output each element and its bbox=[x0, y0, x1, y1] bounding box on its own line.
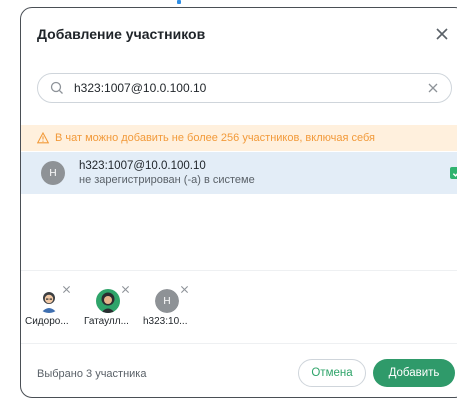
search-field[interactable] bbox=[37, 73, 452, 103]
selected-chip: Сидоро... bbox=[25, 283, 73, 333]
close-button[interactable] bbox=[430, 22, 454, 46]
avatar: H bbox=[41, 161, 65, 185]
clear-icon[interactable] bbox=[427, 82, 439, 94]
participant-limit-warning: В чат можно добавить не более 256 участн… bbox=[21, 125, 457, 151]
woman-avatar-icon bbox=[37, 289, 61, 313]
woman-avatar-icon bbox=[96, 289, 120, 313]
warning-icon bbox=[37, 132, 49, 144]
result-name: h323:1007@10.0.100.10 bbox=[79, 159, 206, 172]
chip-label: Гатаулл... bbox=[84, 316, 129, 327]
dialog-footer: Выбрано 3 участника Отмена Добавить bbox=[21, 343, 457, 397]
close-icon bbox=[436, 28, 448, 40]
result-status: не зарегистрирован (-а) в системе bbox=[79, 173, 255, 186]
selected-chip: H h323:10... bbox=[143, 283, 191, 333]
add-participants-dialog: Добавление участников В чат можно добави… bbox=[20, 7, 457, 398]
chip-label: h323:10... bbox=[143, 316, 188, 327]
warning-text: В чат можно добавить не более 256 участн… bbox=[55, 132, 376, 144]
avatar: H bbox=[155, 289, 179, 313]
dialog-header: Добавление участников bbox=[37, 24, 450, 46]
selected-checkbox[interactable] bbox=[450, 167, 457, 179]
selected-count: Выбрано 3 участника bbox=[37, 368, 147, 380]
search-icon bbox=[50, 81, 63, 94]
selected-participants: Сидоро... Гатаулл... H h323:10... bbox=[21, 270, 457, 341]
remove-chip-icon[interactable] bbox=[121, 285, 130, 294]
selected-chip: Гатаулл... bbox=[84, 283, 132, 333]
accent-marker bbox=[177, 0, 181, 4]
avatar-letter: H bbox=[155, 289, 179, 313]
result-text: h323:1007@10.0.100.10 не зарегистрирован… bbox=[79, 160, 255, 187]
remove-chip-icon[interactable] bbox=[180, 285, 189, 294]
add-button[interactable]: Добавить bbox=[373, 359, 455, 387]
remove-chip-icon[interactable] bbox=[62, 285, 71, 294]
search-result-row[interactable]: H h323:1007@10.0.100.10 не зарегистриров… bbox=[21, 152, 457, 194]
chip-label: Сидоро... bbox=[25, 316, 69, 327]
dialog-title: Добавление участников bbox=[37, 26, 206, 42]
check-icon bbox=[452, 172, 457, 177]
search-input[interactable] bbox=[72, 80, 427, 96]
cancel-button[interactable]: Отмена bbox=[298, 359, 366, 387]
